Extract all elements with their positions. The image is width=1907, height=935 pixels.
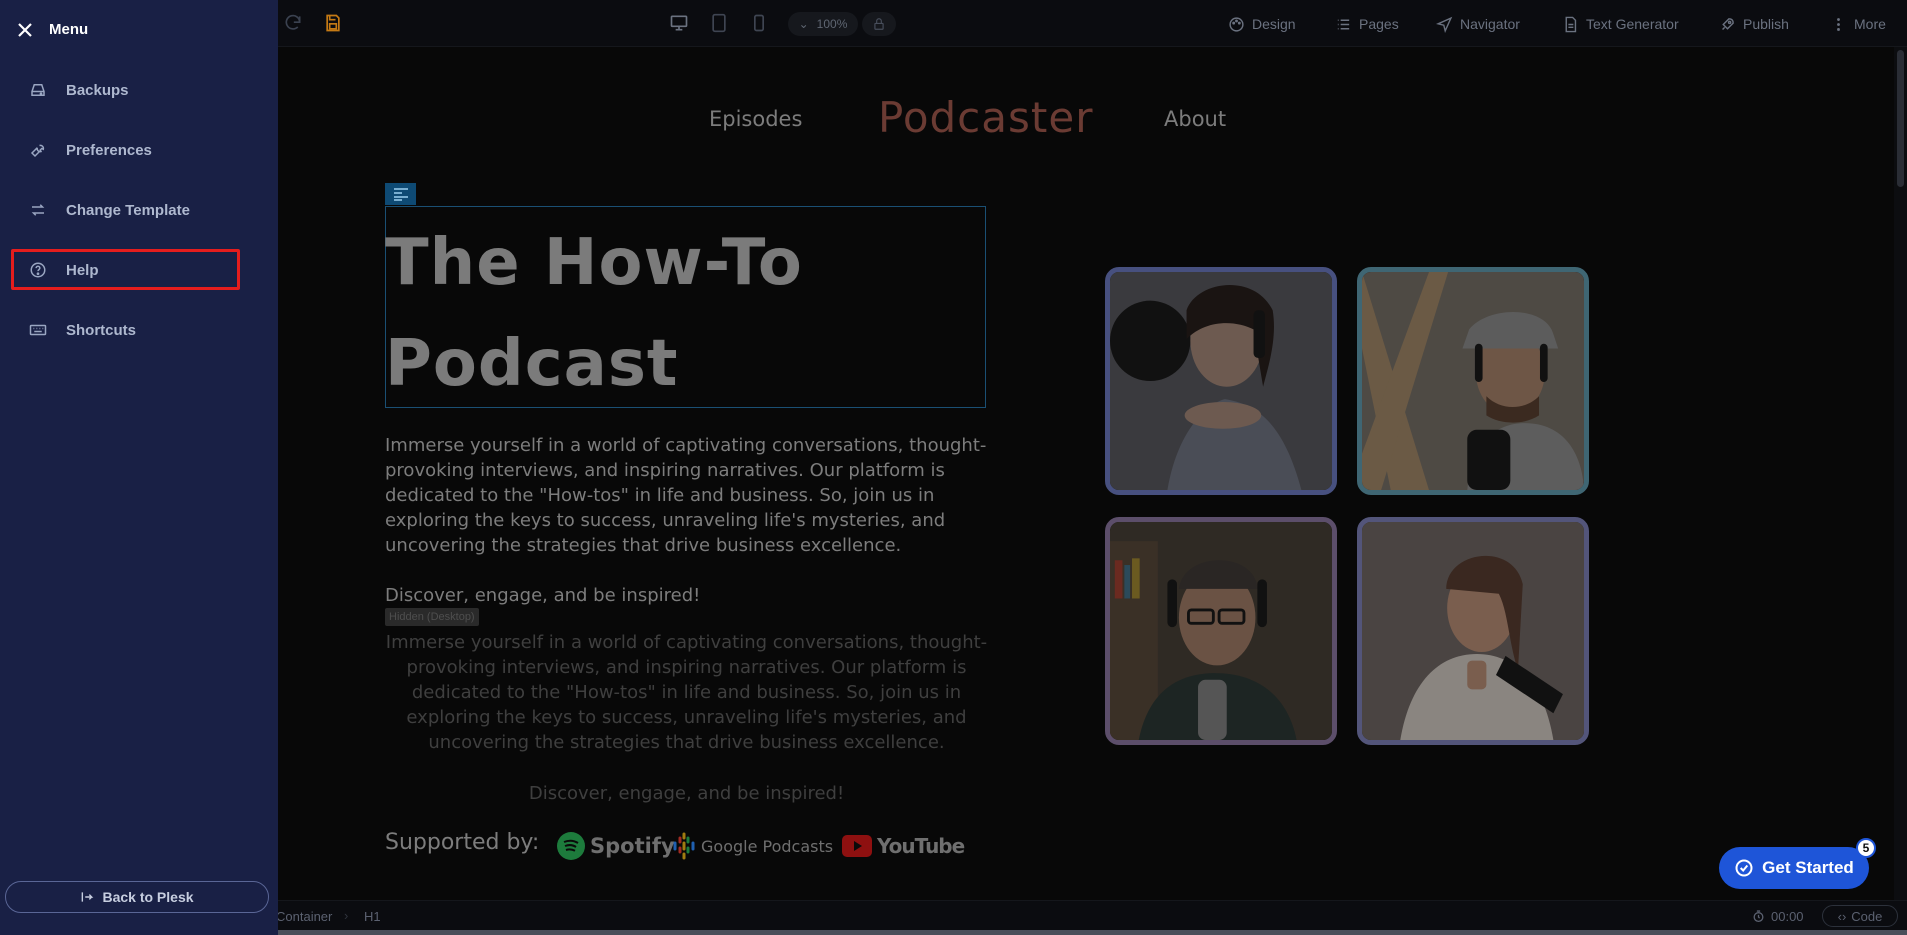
menu-label-preferences: Preferences <box>66 141 152 159</box>
menu-item-backups[interactable]: Backups <box>12 70 240 110</box>
host-photo-3[interactable] <box>1105 517 1337 745</box>
host-photo-2[interactable] <box>1357 267 1589 495</box>
breadcrumb-container[interactable]: Container <box>276 909 332 924</box>
refresh-icon[interactable] <box>282 12 304 34</box>
wrench-icon <box>28 140 48 160</box>
zoom-select[interactable]: ⌄ 100% <box>788 12 858 36</box>
get-started-label: Get Started <box>1762 858 1854 877</box>
keyboard-icon <box>28 320 48 340</box>
help-highlight-box <box>11 249 240 290</box>
stopwatch-icon <box>1753 910 1764 923</box>
back-to-plesk-button[interactable]: Back to Plesk <box>5 881 269 913</box>
tagline[interactable]: Discover, engage, and be inspired! <box>385 583 988 608</box>
google-podcasts-icon <box>673 832 695 860</box>
exit-icon <box>82 892 94 902</box>
code-label: Code <box>1851 908 1883 924</box>
text-align-icon <box>393 188 408 201</box>
menu-item-change-template[interactable]: Change Template <box>12 190 240 230</box>
menu-item-shortcuts[interactable]: Shortcuts <box>12 310 240 350</box>
nav-about[interactable]: About <box>1164 107 1226 131</box>
drive-icon <box>28 80 48 100</box>
vertical-dots-icon <box>1837 17 1840 31</box>
more-button[interactable]: More <box>1830 13 1886 35</box>
get-started-button[interactable]: Get Started <box>1719 847 1869 889</box>
intro-paragraph[interactable]: Immerse yourself in a world of captivati… <box>385 433 988 558</box>
navigator-label: Navigator <box>1460 16 1520 32</box>
editor-canvas: Episodes Podcaster About The How-To Podc… <box>278 47 1894 900</box>
design-label: Design <box>1252 16 1296 32</box>
navigation-arrow-icon <box>1436 16 1453 33</box>
site-brand[interactable]: Podcaster <box>878 93 1093 142</box>
more-label: More <box>1854 16 1886 32</box>
spotify-logo: Spotify <box>557 832 675 860</box>
breadcrumb-separator: › <box>344 908 349 923</box>
back-to-plesk-label: Back to Plesk <box>102 889 194 905</box>
youtube-text: YouTube <box>877 834 965 858</box>
desktop-view-icon[interactable] <box>668 12 690 34</box>
heading-line-2: Podcast <box>385 327 679 401</box>
lock-button[interactable] <box>862 12 896 36</box>
intro-paragraph-hidden[interactable]: Immerse yourself in a world of captivati… <box>385 630 988 755</box>
publish-button[interactable]: Publish <box>1719 13 1789 35</box>
hidden-desktop-badge: Hidden (Desktop) <box>385 608 479 626</box>
host-photo-1[interactable] <box>1105 267 1337 495</box>
zoom-value: 100% <box>816 17 848 31</box>
host-photo-4[interactable] <box>1357 517 1589 745</box>
canvas-scrollbar[interactable] <box>1894 47 1907 900</box>
google-podcasts-logo: Google Podcasts <box>672 832 833 860</box>
breadcrumb-h1[interactable]: H1 <box>364 909 381 924</box>
heading-line-1: The How-To <box>385 226 803 300</box>
youtube-icon <box>842 835 872 857</box>
nav-episodes[interactable]: Episodes <box>709 107 802 131</box>
text-block-tag[interactable] <box>385 183 416 205</box>
lock-icon <box>874 18 884 30</box>
publish-label: Publish <box>1743 16 1789 32</box>
palette-icon <box>1229 16 1244 32</box>
tablet-view-icon[interactable] <box>708 12 730 34</box>
document-icon <box>1565 16 1577 32</box>
menu-title: Menu <box>49 21 89 38</box>
page-heading[interactable]: The How-To Podcast <box>385 213 985 415</box>
window-bottom-edge <box>0 930 1907 935</box>
check-badge-icon <box>1735 859 1753 877</box>
swap-icon <box>28 200 48 220</box>
save-icon[interactable] <box>322 12 344 34</box>
menu-item-preferences[interactable]: Preferences <box>12 130 240 170</box>
text-generator-label: Text Generator <box>1586 16 1679 32</box>
code-icon: ‹› <box>1837 908 1847 924</box>
rocket-icon <box>1722 17 1734 30</box>
spotify-text: Spotify <box>590 834 675 858</box>
notification-count: 5 <box>1856 838 1876 858</box>
mobile-view-icon[interactable] <box>748 12 770 34</box>
timer-value: 00:00 <box>1771 909 1804 924</box>
timer: 00:00 <box>1752 909 1804 924</box>
pages-label: Pages <box>1359 16 1399 32</box>
scrollbar-thumb[interactable] <box>1897 50 1904 187</box>
menu-label-backups: Backups <box>66 81 129 99</box>
youtube-logo: YouTube <box>842 832 965 860</box>
design-button[interactable]: Design <box>1228 13 1296 35</box>
close-icon[interactable] <box>16 21 34 39</box>
menu-label-change-template: Change Template <box>66 201 190 219</box>
text-generator-button[interactable]: Text Generator <box>1562 13 1679 35</box>
google-podcasts-text: Google Podcasts <box>701 836 834 856</box>
top-toolbar: ⌄ 100% Design Pages Navigator Text Gener… <box>0 0 1907 47</box>
status-bar: Container › H1 00:00 ‹› Code <box>0 900 1907 930</box>
side-menu: Menu Backups Preferences Change Template… <box>0 0 278 935</box>
code-button[interactable]: ‹› Code <box>1822 905 1898 927</box>
supported-by-label: Supported by: <box>385 830 540 855</box>
list-icon <box>1337 19 1350 29</box>
chevron-down-icon: ⌄ <box>798 17 809 31</box>
tagline-hidden[interactable]: Discover, engage, and be inspired! <box>385 781 988 806</box>
spotify-icon <box>557 832 585 860</box>
pages-button[interactable]: Pages <box>1335 13 1399 35</box>
menu-label-shortcuts: Shortcuts <box>66 321 137 339</box>
navigator-button[interactable]: Navigator <box>1436 13 1520 35</box>
